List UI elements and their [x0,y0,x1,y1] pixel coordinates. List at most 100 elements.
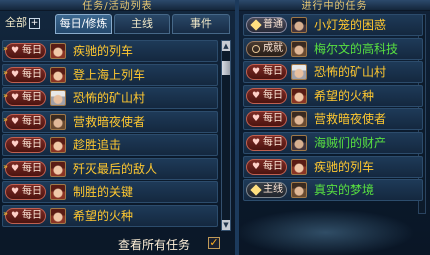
quest-name: 制胜的关键 [73,185,134,199]
scroll-down-icon[interactable]: ▼ [222,220,230,230]
quest-row[interactable]: ♥ 每日 趁胜追击 [2,134,218,156]
left-panel-header: 任务/活动列表 [0,0,235,12]
quest-giver-avatar [50,137,66,153]
quest-name: 梅尔文的高科技 [314,41,399,56]
quest-name: 真实的梦境 [314,183,375,198]
new-marker-icon: » [3,161,8,171]
daily-badge: ♥ 每日 [5,137,46,153]
quest-giver-avatar [291,87,307,104]
badge-label: 主线 [263,184,283,196]
expand-plus-icon[interactable]: + [29,17,40,29]
quest-list-scrollbar[interactable]: ▲ ▼ [221,40,231,231]
tracked-quest-row[interactable]: 主线 真实的梦境 [243,179,423,202]
badge-label: 每日 [22,45,42,56]
daily-badge: ♥ 每日 [246,158,287,175]
quest-giver-avatar [50,43,66,59]
right-panel-title: 进行中的任务 [301,1,368,12]
quest-row[interactable]: » ♥ 每日 恐怖的矿山村 [2,87,218,109]
quest-row[interactable]: ♥ 每日 制胜的关键 [2,181,218,203]
quest-name: 海贼们的财产 [314,135,387,150]
daily-badge: ♥ 每日 [246,64,287,81]
available-quest-list: » ♥ 每日 疾驰的列车 » ♥ 每日 登上海上列车 » ♥ 每日 恐怖的矿山村 » ♥ 每日 … [2,40,218,228]
daily-badge: » ♥ 每日 [3,90,46,106]
normal-badge: 普通 [246,17,287,33]
tracked-quest-row[interactable]: ♥ 每日 营救暗夜使者 [243,108,423,131]
view-all-label: 查看所有任务 [118,238,191,252]
scroll-thumb[interactable] [222,61,230,75]
quest-name: 趁胜追击 [73,138,122,152]
tab-all[interactable]: 全部 + [2,14,53,34]
quest-giver-avatar [50,90,66,106]
tracked-quest-row[interactable]: ♥ 每日 恐怖的矿山村 [243,61,423,84]
scroll-up-icon[interactable]: ▲ [222,41,230,51]
daily-badge: » ♥ 每日 [3,113,46,130]
quest-row[interactable]: » ♥ 每日 歼灭最后的敌人 [2,157,218,180]
heart-icon: ♥ [11,116,20,127]
daily-badge: » ♥ 每日 [3,66,46,83]
quest-giver-avatar [291,134,307,151]
badge-label: 每日 [22,68,42,80]
quest-name: 小灯笼的困惑 [314,18,387,32]
daily-badge: ♥ 每日 [246,87,287,104]
badge-label: 每日 [22,139,42,150]
quest-row[interactable]: » ♥ 每日 疾驰的列车 [2,40,218,62]
heart-icon: ♥ [252,90,261,101]
heart-icon: ♥ [252,137,261,148]
quest-name: 登上海上列车 [73,67,146,82]
tab-event[interactable]: 事件 [172,14,230,34]
diamond-icon [250,19,262,31]
heart-icon: ♥ [11,93,20,103]
quest-giver-avatar [50,207,66,224]
tab-main[interactable]: 主线 [114,14,170,34]
badge-label: 成就 [263,42,283,54]
daily-badge: » ♥ 每日 [3,43,46,59]
quest-name: 疾驰的列车 [73,44,134,58]
view-all-checkbox[interactable]: ✓ [208,237,220,249]
tab-daily[interactable]: 每日/修炼 [55,14,112,34]
badge-label: 每日 [263,113,283,125]
quest-row[interactable]: » ♥ 每日 登上海上列车 [2,63,218,86]
heart-icon: ♥ [252,114,261,125]
quest-row[interactable]: » ♥ 每日 营救暗夜使者 [2,110,218,133]
quest-giver-avatar [50,66,66,83]
heart-icon: ♥ [11,163,20,174]
quest-giver-avatar [50,184,66,200]
tracked-quest-row[interactable]: ♥ 每日 疾驰的列车 [243,155,423,178]
quest-name: 疾驰的列车 [314,159,375,174]
quest-giver-avatar [291,40,307,57]
heart-icon: ♥ [252,67,261,78]
quest-tab-bar: 全部 + 每日/修炼 主线 事件 [2,14,233,34]
daily-badge: ♥ 每日 [246,134,287,151]
tracked-quest-row[interactable]: ♥ 每日 希望的火种 [243,84,423,107]
daily-badge: ♥ 每日 [246,111,287,128]
main-badge: 主线 [246,182,287,199]
badge-label: 每日 [263,66,283,78]
new-marker-icon: » [3,114,8,124]
badge-label: 每日 [22,92,42,103]
quest-giver-avatar [291,158,307,175]
tracked-quest-row[interactable]: 成就 梅尔文的高科技 [243,37,423,60]
quest-name: 营救暗夜使者 [73,114,146,129]
achievement-badge: 成就 [246,40,287,57]
tracked-quest-row[interactable]: ♥ 每日 海贼们的财产 [243,131,423,154]
quest-name: 恐怖的矿山村 [73,91,146,105]
left-panel-title: 任务/活动列表 [82,1,153,12]
badge-label: 每日 [22,209,42,221]
available-quest-panel: 任务/活动列表 全部 + 每日/修炼 主线 事件 » ♥ 每日 疾驰的列车 » ♥ 每日 … [0,0,235,255]
right-panel-header: 进行中的任务 [239,0,430,12]
new-marker-icon: » [3,208,8,218]
tracked-quest-row[interactable]: 普通 小灯笼的困惑 [243,14,423,36]
new-marker-icon: » [3,91,8,100]
heart-icon: ♥ [11,69,20,80]
quest-giver-avatar [291,17,307,33]
quest-row[interactable]: » ♥ 每日 希望的火种 [2,204,218,227]
tracked-quest-list: 普通 小灯笼的困惑 成就 梅尔文的高科技 ♥ 每日 恐怖的矿山村 ♥ 每日 希望的火… [243,14,423,203]
new-marker-icon: » [3,44,8,53]
quest-giver-avatar [50,160,66,177]
quest-giver-avatar [291,182,307,199]
heart-icon: ♥ [11,140,20,150]
badge-label: 普通 [263,19,283,30]
new-marker-icon: » [3,67,8,77]
heart-icon: ♥ [11,210,20,221]
daily-badge: ♥ 每日 [5,184,46,200]
